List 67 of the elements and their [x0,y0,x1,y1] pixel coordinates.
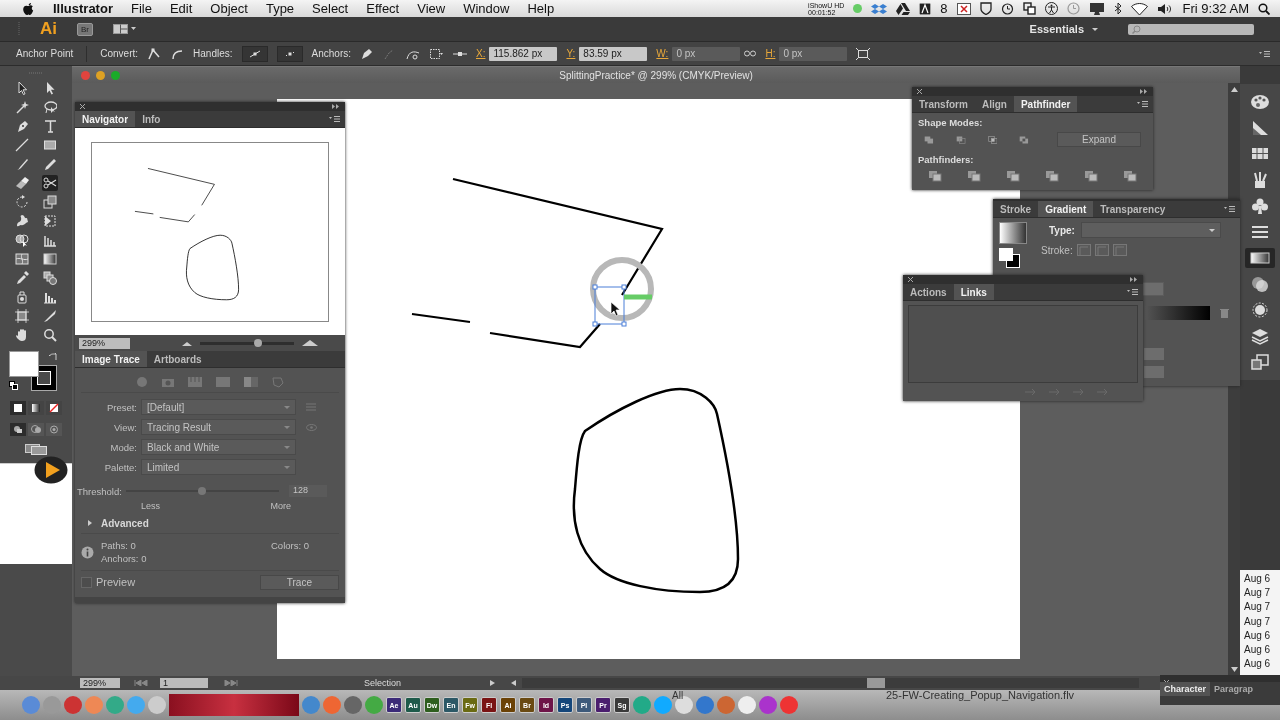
number-field[interactable]: 115.862 px [489,46,558,61]
stat-label: Anchors: 0 [101,553,148,564]
menu-item[interactable]: Object [210,1,248,16]
background-label: All [672,690,684,701]
date-cell-text: Aug 6 [1244,628,1272,643]
tool-name: Anchor Point [16,48,74,59]
coordinate-label: X: [476,48,486,59]
stroke-label: Stroke: [1041,244,1073,256]
file-name: 25-FW-Creating_Popup_Navigation.flv [886,689,1075,701]
document-title: SplittingPractice* @ 299% (CMYK/Preview) [558,69,754,81]
type-label: Type: [1049,224,1075,236]
panel-tab[interactable]: Info [135,111,168,127]
status-text: Selection [364,678,403,688]
menu-item[interactable]: Window [463,1,510,16]
bridge-button[interactable]: Br [77,22,93,36]
coordinate-label: W: [656,48,669,59]
menu-item[interactable]: File [130,1,152,16]
app-logo: Ai [40,19,57,39]
date-cell-text: Aug 7 [1244,600,1272,615]
date-cell-text: Aug 7 [1244,586,1272,601]
coordinate-label: Y: [566,48,576,59]
panel-tab[interactable]: Character [1160,682,1211,696]
artboard-field[interactable]: 1 [160,678,208,688]
menu-item[interactable]: View [417,1,446,16]
number-field[interactable]: 83.59 px [579,46,648,61]
panel-tab[interactable]: Align [974,96,1014,112]
zoom-field[interactable]: 299% [80,678,120,688]
panel-tab[interactable]: Paragrap [1210,682,1258,696]
checkbox-label: Preview [96,576,136,588]
date-cell-text: Aug 6 [1244,657,1272,672]
convert-label: Convert: [100,48,139,59]
handles-label: Handles: [193,48,233,59]
panel-tab[interactable]: Links [953,284,994,300]
anchors-label: Anchors: [311,48,351,59]
menu-item[interactable]: Type [265,1,295,16]
stat-label: Paths: 0 [101,540,137,551]
panel-tab[interactable]: Transparency [1093,201,1173,217]
date-cell-text: Aug 6 [1244,572,1272,586]
field-label: Mode: [109,441,137,453]
panel-tab[interactable]: Navigator [75,111,136,127]
clock: Fri 9:32 AM [1182,1,1249,16]
panel-tab[interactable]: Transform [912,96,975,112]
coordinate-label: H: [765,48,776,59]
slider-max-label: More [270,501,291,511]
slider-min-label: Less [141,501,160,511]
workspace-menu[interactable]: Essentials [1019,23,1108,35]
date-cell-text: Aug 7 [1244,614,1272,629]
app-name: Illustrator [53,1,113,16]
expand-button[interactable]: Expand [1057,132,1141,147]
panel-tab[interactable]: Pathfinder [1013,96,1078,112]
field-label: View: [112,421,137,433]
field-label: Palette: [103,461,137,473]
section-label: Pathfinders: [918,154,974,165]
stat-label: Colors: 0 [271,540,310,551]
panel-tab[interactable]: Gradient [1038,201,1094,217]
menu-item[interactable]: Help [527,1,555,16]
section-label: Shape Modes: [918,117,983,128]
menu-item[interactable]: Effect [366,1,400,16]
field-label: Threshold: [77,485,122,497]
menu-item[interactable]: Select [312,1,349,16]
notification-count: 8 [940,1,948,16]
date-cell-text: Aug 6 [1244,643,1272,657]
field-label: Preset: [105,401,137,413]
menu-item[interactable]: Edit [169,1,193,16]
zoom-field[interactable]: 299% [79,337,130,349]
panel-tab[interactable]: Actions [903,284,954,300]
panel-tab[interactable]: Stroke [993,201,1039,217]
